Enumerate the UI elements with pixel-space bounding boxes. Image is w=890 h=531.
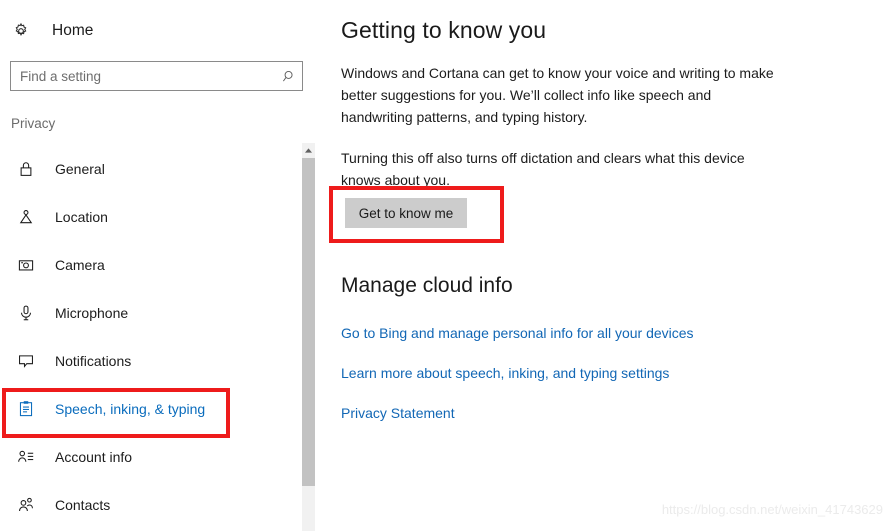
sidebar-scrollbar[interactable] xyxy=(302,143,315,531)
location-pin-icon xyxy=(13,204,39,230)
scrollbar-thumb[interactable] xyxy=(302,158,315,486)
sidebar-home-label: Home xyxy=(52,22,94,39)
sidebar-item-contacts[interactable]: Contacts xyxy=(0,481,290,529)
search-icon[interactable] xyxy=(276,69,302,84)
sidebar-item-label: General xyxy=(55,161,105,177)
link-learn-more-speech-inking-typing[interactable]: Learn more about speech, inking, and typ… xyxy=(341,365,669,381)
link-bing-manage-personal-info[interactable]: Go to Bing and manage personal info for … xyxy=(341,325,694,341)
sidebar-home-button[interactable]: Home xyxy=(10,16,93,46)
camera-icon xyxy=(13,252,39,278)
manage-cloud-info-heading: Manage cloud info xyxy=(341,274,513,297)
sidebar-item-camera[interactable]: Camera xyxy=(0,241,290,289)
sidebar-item-label: Speech, inking, & typing xyxy=(55,401,206,417)
account-info-icon xyxy=(13,444,39,470)
link-privacy-statement[interactable]: Privacy Statement xyxy=(341,405,455,421)
search-input[interactable] xyxy=(11,68,276,84)
description-paragraph-1: Windows and Cortana can get to know your… xyxy=(341,65,774,125)
watermark-text: https://blog.csdn.net/weixin_41743629 xyxy=(661,502,883,517)
notification-icon xyxy=(13,348,39,374)
contacts-icon xyxy=(13,492,39,518)
lock-icon xyxy=(13,156,39,182)
gear-icon xyxy=(10,20,32,42)
scroll-up-arrow-icon[interactable] xyxy=(302,143,315,158)
sidebar-item-label: Notifications xyxy=(55,353,132,369)
sidebar-item-label: Location xyxy=(55,209,108,225)
sidebar-item-label: Account info xyxy=(55,449,133,465)
clipboard-icon xyxy=(13,396,39,422)
settings-window: Home Privacy General xyxy=(0,0,890,531)
sidebar-section-label: Privacy xyxy=(11,116,56,131)
search-box[interactable] xyxy=(10,61,303,91)
sidebar-item-label: Contacts xyxy=(55,497,111,513)
sidebar-item-microphone[interactable]: Microphone xyxy=(0,289,290,337)
sidebar-item-account-info[interactable]: Account info xyxy=(0,433,290,481)
sidebar-nav-list: General Location Camera Microphone Notif… xyxy=(0,145,290,529)
sidebar-item-label: Microphone xyxy=(55,305,129,321)
sidebar-item-notifications[interactable]: Notifications xyxy=(0,337,290,385)
microphone-icon xyxy=(13,300,39,326)
sidebar-item-label: Camera xyxy=(55,257,105,273)
sidebar-item-speech-inking-typing[interactable]: Speech, inking, & typing xyxy=(0,385,290,433)
main-content: Getting to know you Windows and Cortana … xyxy=(329,0,890,531)
page-title: Getting to know you xyxy=(341,17,547,43)
sidebar: Home Privacy General xyxy=(0,0,303,531)
get-to-know-me-button[interactable]: Get to know me xyxy=(345,198,467,228)
sidebar-item-location[interactable]: Location xyxy=(0,193,290,241)
description-paragraph-2: Turning this off also turns off dictatio… xyxy=(341,150,745,188)
sidebar-item-general[interactable]: General xyxy=(0,145,290,193)
